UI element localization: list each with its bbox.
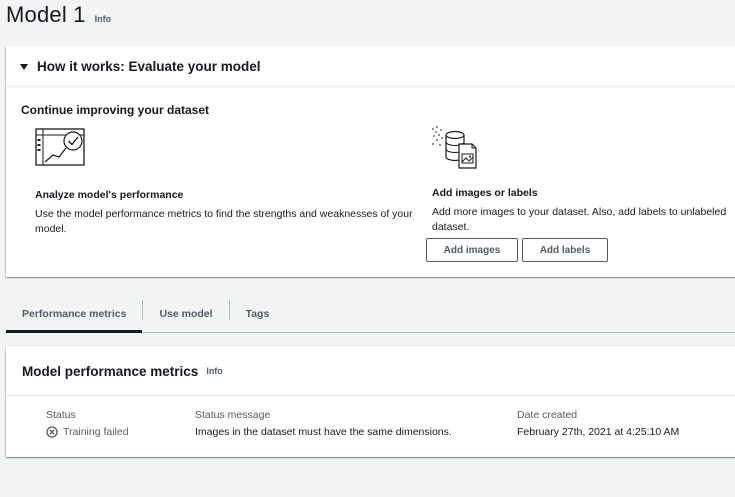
metrics-header: Model performance metrics Info: [6, 347, 735, 396]
analyze-title: Analyze model's performance: [35, 189, 184, 201]
tab-tags[interactable]: Tags: [230, 296, 286, 332]
add-images-block: Add images or labels Add more images to …: [432, 126, 735, 235]
how-it-works-toggle[interactable]: How it works: Evaluate your model: [6, 46, 735, 87]
status-message-value: Images in the dataset must have the same…: [195, 426, 452, 438]
status-message-label: Status message: [195, 409, 271, 421]
status-message-field: Status message Images in the dataset mus…: [195, 409, 452, 438]
section-heading: Continue improving your dataset: [21, 103, 210, 117]
page-info-link[interactable]: Info: [95, 14, 112, 24]
metrics-title: Model performance metrics: [22, 363, 199, 379]
analyze-performance-block: Analyze model's performance Use the mode…: [35, 128, 415, 237]
status-value: Training failed: [46, 426, 129, 438]
add-actions: Add images Add labels: [426, 238, 608, 262]
error-circle-icon: [46, 426, 58, 438]
add-images-button[interactable]: Add images: [426, 238, 518, 262]
metrics-panel: Model performance metrics Info Status Tr…: [6, 347, 735, 457]
add-title: Add images or labels: [432, 187, 538, 199]
date-created-label: Date created: [517, 409, 578, 421]
date-created-value: February 27th, 2021 at 4:25:10 AM: [517, 426, 680, 438]
tab-bar: Performance metrics Use model Tags: [6, 296, 735, 333]
tab-performance-metrics[interactable]: Performance metrics: [6, 296, 143, 333]
how-it-works-title: How it works: Evaluate your model: [37, 58, 261, 74]
add-labels-button[interactable]: Add labels: [522, 238, 608, 262]
page-header: Model 1 Info: [6, 2, 111, 34]
status-field: Status Training failed: [46, 409, 129, 438]
dataset-images-icon: [432, 126, 477, 169]
date-created-field: Date created February 27th, 2021 at 4:25…: [517, 409, 679, 438]
analyze-description: Use the model performance metrics to fin…: [35, 208, 413, 235]
tab-use-model[interactable]: Use model: [143, 296, 228, 332]
page-title: Model 1: [6, 2, 86, 27]
how-it-works-panel: How it works: Evaluate your model Contin…: [6, 46, 735, 277]
caret-down-icon: [20, 64, 28, 70]
performance-chart-icon: [35, 128, 85, 166]
metrics-info-link[interactable]: Info: [206, 366, 223, 376]
status-label: Status: [46, 409, 76, 421]
add-description: Add more images to your dataset. Also, a…: [432, 206, 727, 233]
status-text: Training failed: [63, 426, 129, 438]
